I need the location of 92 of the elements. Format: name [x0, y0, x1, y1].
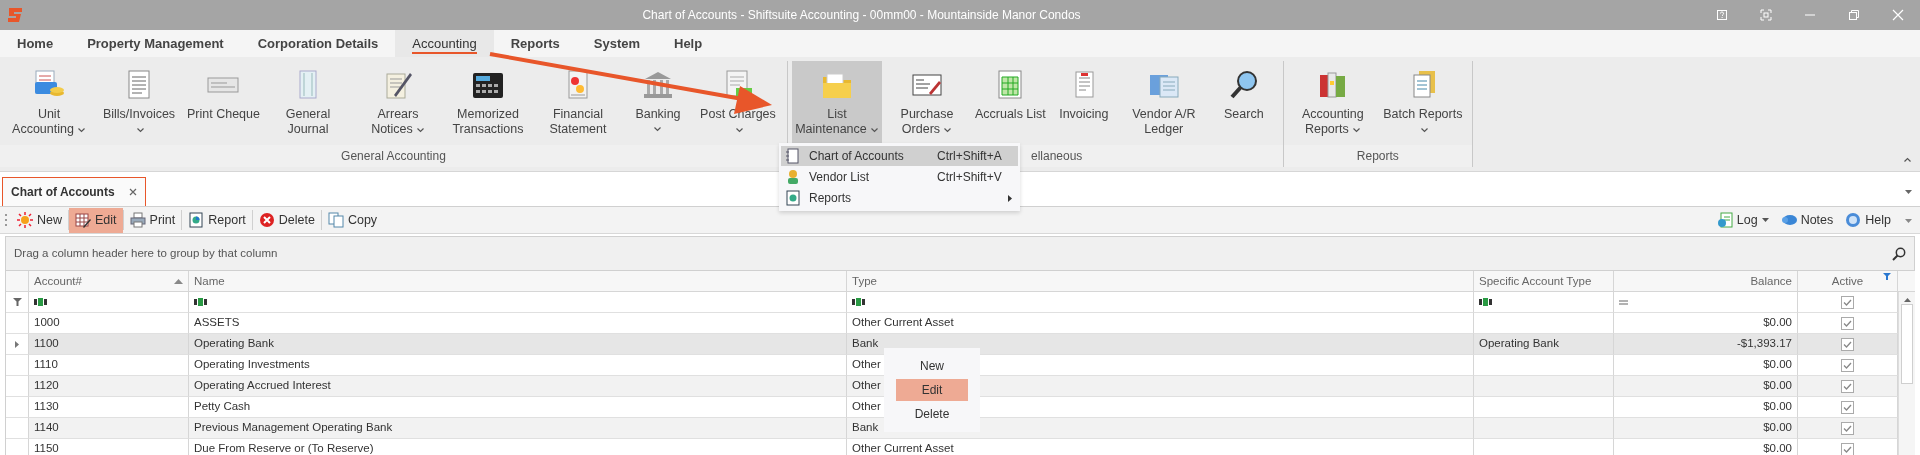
restore-icon [1848, 9, 1860, 21]
menu-item[interactable]: New [896, 355, 968, 377]
toolbar-button[interactable]: Copy [321, 207, 384, 233]
balance-cell: $0.00 [1614, 439, 1798, 455]
ribbon-button[interactable]: Print Cheque [184, 61, 263, 145]
ribbon-button[interactable]: Purchase Orders [881, 61, 972, 145]
grid-pencil-icon [75, 212, 91, 228]
copy-icon [327, 212, 344, 228]
ribbon-button[interactable]: Banking [622, 61, 693, 145]
scrollbar[interactable] [1898, 292, 1915, 455]
ribbon-button[interactable]: Invoicing [1048, 61, 1119, 145]
notebook-icon [785, 148, 801, 164]
close-icon [1892, 9, 1904, 21]
ribbon-button[interactable]: Financial Statement [532, 61, 623, 145]
ribbon-button[interactable]: Unit Accounting [4, 61, 94, 145]
help-icon [1845, 212, 1862, 228]
menu-tab[interactable]: Property Management [70, 30, 241, 57]
toolbar-button[interactable]: Print [123, 207, 182, 233]
menu-tab[interactable]: Reports [493, 30, 577, 57]
ribbon-button[interactable]: Vendor A/R Ledger [1118, 61, 1209, 145]
account-type-cell: Other Current Asset [847, 439, 1474, 455]
report-icon [785, 190, 801, 206]
column-header[interactable]: Balance [1750, 271, 1792, 291]
ribbon-button[interactable]: Arrears Notices [352, 61, 443, 145]
ribbon-button[interactable]: Accounting Reports [1287, 61, 1378, 145]
table-row[interactable]: 1000 ASSETS Other Current Asset $0.00 [29, 313, 1898, 334]
toolbar-button[interactable]: Help [1839, 207, 1897, 233]
ribbon-button[interactable]: Bills/Invoices [94, 61, 184, 145]
menu-tab[interactable]: Corporation Details [240, 30, 396, 57]
close-icon [128, 188, 137, 196]
logo-icon [7, 7, 23, 23]
menu-item[interactable]: Chart of Accounts Ctrl+Shift+A [781, 146, 1018, 166]
account-name-cell: Due From Reserve or (To Reserve) [189, 439, 847, 455]
grip-icon [5, 214, 8, 226]
toolbar-button[interactable]: New [11, 207, 68, 233]
ribbon-button[interactable]: Batch Reports [1377, 61, 1468, 145]
printer-icon [129, 212, 146, 228]
menu-item[interactable]: Vendor List Ctrl+Shift+V [781, 167, 1018, 187]
column-header[interactable]: Type [852, 271, 1468, 291]
menu-item[interactable]: Edit [896, 379, 968, 401]
text-filter-icon [1479, 298, 1492, 306]
bank-icon [641, 69, 674, 101]
window-title: Chart of Accounts - Shiftsuite Accounting - 00mm00 - Mountainside Manor Condos [641, 7, 1082, 24]
menu-item-label: Vendor List [809, 169, 871, 186]
person-icon [785, 169, 801, 185]
shortcut-label: Ctrl+Shift+A [937, 148, 1002, 165]
text-filter-icon [194, 298, 207, 306]
toolbar-button[interactable]: Notes [1774, 207, 1840, 233]
row-indicator-icon [15, 340, 19, 348]
search-icon [1892, 246, 1906, 261]
tab-label: Chart of Accounts [11, 184, 115, 201]
toolbar-button[interactable]: Edit [69, 207, 123, 233]
menu-item-label: Reports [809, 190, 853, 207]
starburst-icon [17, 212, 33, 228]
cloud-icon [1780, 212, 1797, 228]
menu-item-label: Chart of Accounts [809, 148, 905, 165]
account-number-cell: 1150 [29, 439, 189, 455]
column-header[interactable]: Name [194, 271, 841, 291]
fullscreen-icon [1760, 9, 1772, 21]
ribbon-button[interactable]: General Journal [262, 61, 353, 145]
column-header[interactable]: Account# [34, 271, 170, 291]
ribbon-group-label: Reports [1283, 145, 1472, 167]
equals-filter-icon [1619, 299, 1628, 305]
ribbon-button[interactable]: Search [1208, 61, 1279, 145]
toolbar-button[interactable]: Log [1710, 207, 1775, 233]
menu-item[interactable]: Reports [781, 188, 1018, 208]
caret-down-icon [1905, 189, 1912, 194]
text-filter-icon [852, 298, 865, 306]
report-icon [188, 212, 205, 228]
help-icon [1716, 9, 1728, 21]
toolbar-button[interactable]: Delete [252, 207, 321, 233]
column-header[interactable]: Active [1831, 271, 1864, 291]
ribbon-button[interactable]: Memorized Transactions [442, 61, 533, 145]
scroll-up-icon [1903, 298, 1911, 302]
filter-icon [12, 298, 22, 306]
delete-icon [258, 212, 275, 228]
group-panel-hint: Drag a column header here to group by that column [14, 245, 279, 261]
caret-down-icon [1905, 218, 1912, 223]
shortcut-label: Ctrl+Shift+V [937, 169, 1002, 186]
column-header[interactable]: Specific Account Type [1479, 271, 1608, 291]
table-row[interactable]: 1140 Previous Management Operating Bank Bank $0.00 [29, 418, 1898, 439]
menu-tab[interactable]: Accounting [395, 30, 494, 57]
menu-tab[interactable]: Help [657, 30, 720, 57]
toolbar-button[interactable]: Report [182, 207, 252, 233]
text-filter-icon [34, 298, 47, 306]
menu-tab[interactable]: System [576, 30, 657, 57]
table-row[interactable]: 1100 Operating Bank Bank Operating Bank -$1,393.17 [29, 334, 1898, 355]
ribbon-button[interactable]: List Maintenance [791, 61, 882, 145]
document-tab[interactable]: Chart of Accounts [2, 177, 146, 206]
log-icon [1716, 212, 1733, 228]
menu-tab[interactable]: Home [0, 30, 71, 57]
chevron-up-icon [1903, 157, 1912, 163]
